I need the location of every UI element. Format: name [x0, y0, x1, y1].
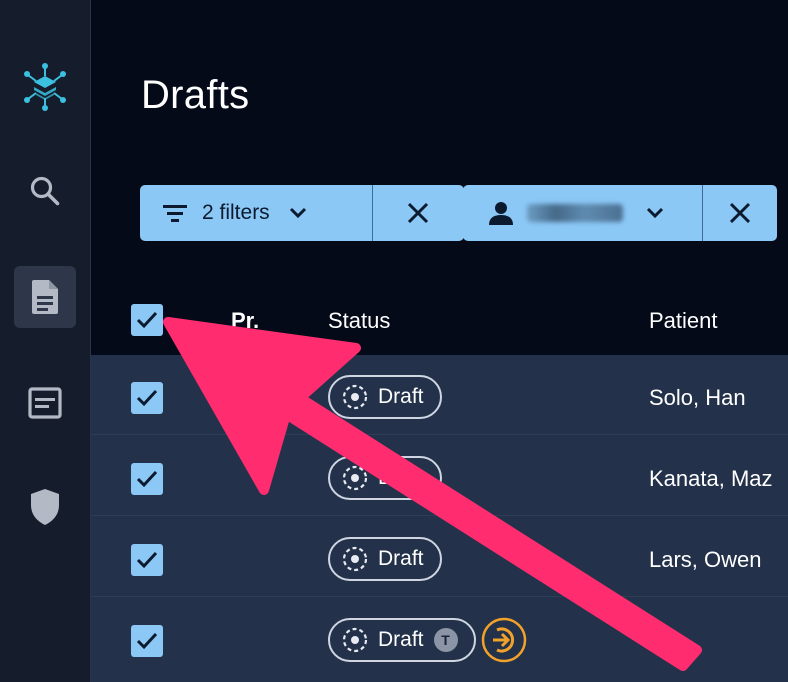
filter-chip-label: 2 filters [202, 201, 270, 224]
draft-status-icon [342, 627, 368, 653]
sidebar [0, 0, 91, 682]
filter-dropdown-button[interactable]: 2 filters [140, 185, 372, 241]
close-icon [729, 202, 750, 224]
user-name-redacted [527, 204, 623, 222]
table-row[interactable]: Draft Lars, Owen [91, 517, 788, 597]
clear-user-filter-button[interactable] [703, 185, 777, 241]
patient-name: Solo, Han [649, 385, 746, 410]
page-title: Drafts [141, 73, 250, 117]
row-divider [91, 515, 788, 516]
checkmark-icon [136, 389, 158, 407]
draft-status-icon [342, 384, 368, 410]
form-window-icon [28, 387, 62, 419]
patient-name: Kanata, Maz [649, 466, 773, 491]
row-divider [91, 596, 788, 597]
status-badge: Draft [328, 456, 442, 500]
column-header-status[interactable]: Status [328, 308, 390, 334]
patient-name: Lars, Owen [649, 547, 762, 572]
checkmark-icon [136, 470, 158, 488]
transfer-in-icon[interactable] [480, 616, 528, 664]
table-body: Draft Solo, Han Draft Kanata, Maz Draft … [91, 355, 788, 682]
row-divider [91, 434, 788, 435]
shield-icon [31, 489, 59, 525]
select-all-checkbox[interactable] [131, 304, 163, 336]
document-icon [32, 280, 58, 314]
table-row[interactable]: Draft T [91, 598, 788, 678]
row-checkbox[interactable] [131, 625, 163, 657]
status-label: Draft [378, 628, 424, 651]
column-header-patient[interactable]: Patient [649, 308, 718, 334]
status-label: Draft [378, 547, 424, 570]
table-row[interactable]: Draft Kanata, Maz [91, 436, 788, 516]
main-content: Drafts 2 filters Pr. Status Patient Draf… [91, 0, 788, 682]
checkmark-icon [136, 632, 158, 650]
table-header: Pr. Status Patient [91, 292, 788, 354]
draft-status-icon [342, 546, 368, 572]
close-icon [408, 202, 429, 224]
checkmark-icon [136, 311, 158, 329]
sidebar-logo[interactable] [14, 56, 76, 118]
row-checkbox[interactable] [131, 463, 163, 495]
user-filter-dropdown-button[interactable] [463, 185, 702, 241]
search-icon [30, 176, 60, 206]
sidebar-item-security[interactable] [14, 476, 76, 538]
row-checkbox[interactable] [131, 544, 163, 576]
column-header-priority[interactable]: Pr. [231, 308, 259, 334]
filter-lines-icon [163, 205, 187, 222]
chevron-down-icon [646, 207, 664, 219]
sidebar-item-documents[interactable] [14, 266, 76, 328]
status-badge: Draft [328, 537, 442, 581]
clear-filters-button[interactable] [373, 185, 464, 241]
sidebar-item-forms[interactable] [14, 372, 76, 434]
hexagon-network-logo-icon [24, 63, 66, 111]
status-label: Draft [378, 385, 424, 408]
template-badge: T [433, 628, 458, 652]
user-filter-chip [463, 185, 777, 241]
sidebar-item-search[interactable] [14, 160, 76, 222]
table-row[interactable]: Draft Solo, Han [91, 355, 788, 435]
status-badge: Draft [328, 375, 442, 419]
status-badge: Draft T [328, 618, 476, 662]
checkmark-icon [136, 551, 158, 569]
chevron-down-icon [289, 207, 306, 219]
status-label: Draft [378, 466, 424, 489]
person-icon [489, 202, 513, 225]
app-window: Drafts 2 filters Pr. Status Patient Draf… [0, 0, 788, 682]
filter-chip: 2 filters [140, 185, 464, 241]
draft-status-icon [342, 465, 368, 491]
row-checkbox[interactable] [131, 382, 163, 414]
